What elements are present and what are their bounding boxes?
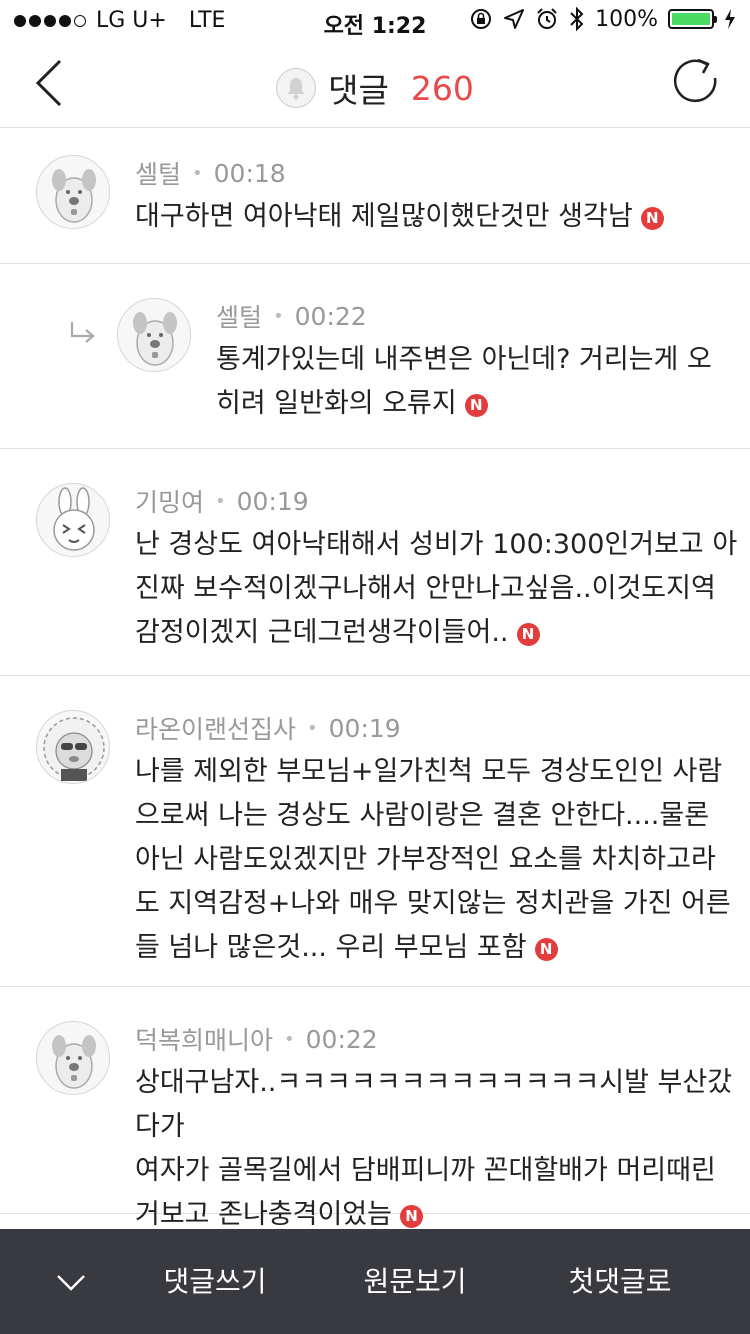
comment-body: 나를 제외한 부모님+일가친척 모두 경상도인인 사람 으로써 나는 경상도 사… <box>135 750 731 970</box>
orientation-lock-icon <box>471 9 492 29</box>
bell-icon <box>287 78 306 100</box>
comment-body: 난 경상도 여아낙태해서 성비가 100:300인거보고 아 진짜 보수적이겠구… <box>135 523 737 655</box>
new-badge: N <box>516 622 540 646</box>
comment-text: 나를 제외한 부모님+일가친척 모두 경상도인인 사람 으로써 나는 경상도 사… <box>135 756 731 963</box>
comment-count: 260 <box>410 68 474 108</box>
comment-time: 00:22 <box>305 1024 378 1054</box>
battery-icon <box>668 9 717 29</box>
comment-item[interactable]: 덕복희매니아 • 00:22 상대구남자..ㅋㅋㅋㅋㅋㅋㅋㅋㅋㅋㅋㅋㅋ시발 부산… <box>0 987 750 1230</box>
comment-text: 통계가있는데 내주변은 아닌데? 거리는게 오 히려 일반화의 오류지 <box>216 344 712 419</box>
separator-dot: • <box>307 717 318 739</box>
comment-item[interactable]: 라온이랜선집사 • 00:19 나를 제외한 부모님+일가친척 모두 경상도인인… <box>0 676 750 987</box>
dog-avatar[interactable] <box>36 1021 110 1095</box>
bottom-toolbar: 댓글쓰기 원문보기 첫댓글로 <box>0 1229 750 1334</box>
comment-item[interactable]: 셀털 • 00:18 대구하면 여아낙태 제일많이했단것만 생각남 N <box>0 129 750 264</box>
comment-time: 00:18 <box>213 158 286 188</box>
first-comment-button[interactable]: 첫댓글로 <box>545 1229 695 1334</box>
notification-bell-button[interactable] <box>276 68 317 108</box>
comment-time: 00:19 <box>328 713 401 743</box>
comment-text: 대구하면 여아낙태 제일많이했단것만 생각남 <box>135 201 633 232</box>
separator-dot: • <box>215 490 226 512</box>
alarm-icon <box>537 8 557 29</box>
comment-author[interactable]: 덕복희매니아 <box>135 1021 273 1057</box>
comment-body: 상대구남자..ㅋㅋㅋㅋㅋㅋㅋㅋㅋㅋㅋㅋㅋ시발 부산갔다가 여자가 골목길에서 담… <box>135 1061 750 1237</box>
rabbit-avatar[interactable] <box>36 483 110 557</box>
dog-avatar[interactable] <box>117 298 191 372</box>
comment-body: 통계가있는데 내주변은 아닌데? 거리는게 오 히려 일반화의 오류지 N <box>216 338 712 426</box>
separator-dot: • <box>192 162 203 184</box>
page-title: 댓글 <box>328 71 389 110</box>
comment-text: 난 경상도 여아낙태해서 성비가 100:300인거보고 아 진짜 보수적이겠구… <box>135 529 738 648</box>
reply-arrow-icon <box>70 322 95 343</box>
comment-reply-item[interactable]: 셀털 • 00:22 통계가있는데 내주변은 아닌데? 거리는게 오 히려 일반… <box>0 264 750 449</box>
new-badge: N <box>640 206 664 230</box>
refresh-icon <box>673 58 717 103</box>
charging-icon <box>725 9 735 29</box>
separator-dot: • <box>273 305 284 327</box>
comment-list: 셀털 • 00:18 대구하면 여아낙태 제일많이했단것만 생각남 N 셀털 • … <box>0 129 750 1230</box>
status-bar: LG U+ LTE 오전 1:22 100% <box>0 0 750 40</box>
comment-author[interactable]: 셀털 <box>135 155 181 191</box>
lion-avatar[interactable] <box>36 710 110 784</box>
chevron-down-icon[interactable] <box>55 1271 87 1293</box>
view-original-button[interactable]: 원문보기 <box>340 1229 490 1334</box>
comment-author[interactable]: 라온이랜선집사 <box>135 710 296 746</box>
comment-body: 대구하면 여아낙태 제일많이했단것만 생각남 N <box>135 195 664 239</box>
new-badge: N <box>534 937 558 961</box>
comment-author[interactable]: 셀털 <box>216 298 262 334</box>
battery-percent: 100% <box>595 6 658 32</box>
comment-time: 00:22 <box>294 301 367 331</box>
location-icon <box>504 9 525 29</box>
dog-avatar[interactable] <box>36 155 110 229</box>
comment-time: 00:19 <box>236 486 309 516</box>
comment-item[interactable]: 기밍여 • 00:19 난 경상도 여아낙태해서 성비가 100:300인거보고… <box>0 449 750 676</box>
refresh-button[interactable] <box>668 54 724 110</box>
bluetooth-icon <box>570 6 584 32</box>
new-badge: N <box>464 393 488 417</box>
write-comment-button[interactable]: 댓글쓰기 <box>140 1229 290 1334</box>
comment-author[interactable]: 기밍여 <box>135 483 204 519</box>
comments-header: 댓글 260 <box>0 40 750 128</box>
comment-text: 상대구남자..ㅋㅋㅋㅋㅋㅋㅋㅋㅋㅋㅋㅋㅋ시발 부산갔다가 여자가 골목길에서 담… <box>135 1067 733 1230</box>
separator-dot: • <box>284 1028 295 1050</box>
new-badge: N <box>399 1204 423 1228</box>
